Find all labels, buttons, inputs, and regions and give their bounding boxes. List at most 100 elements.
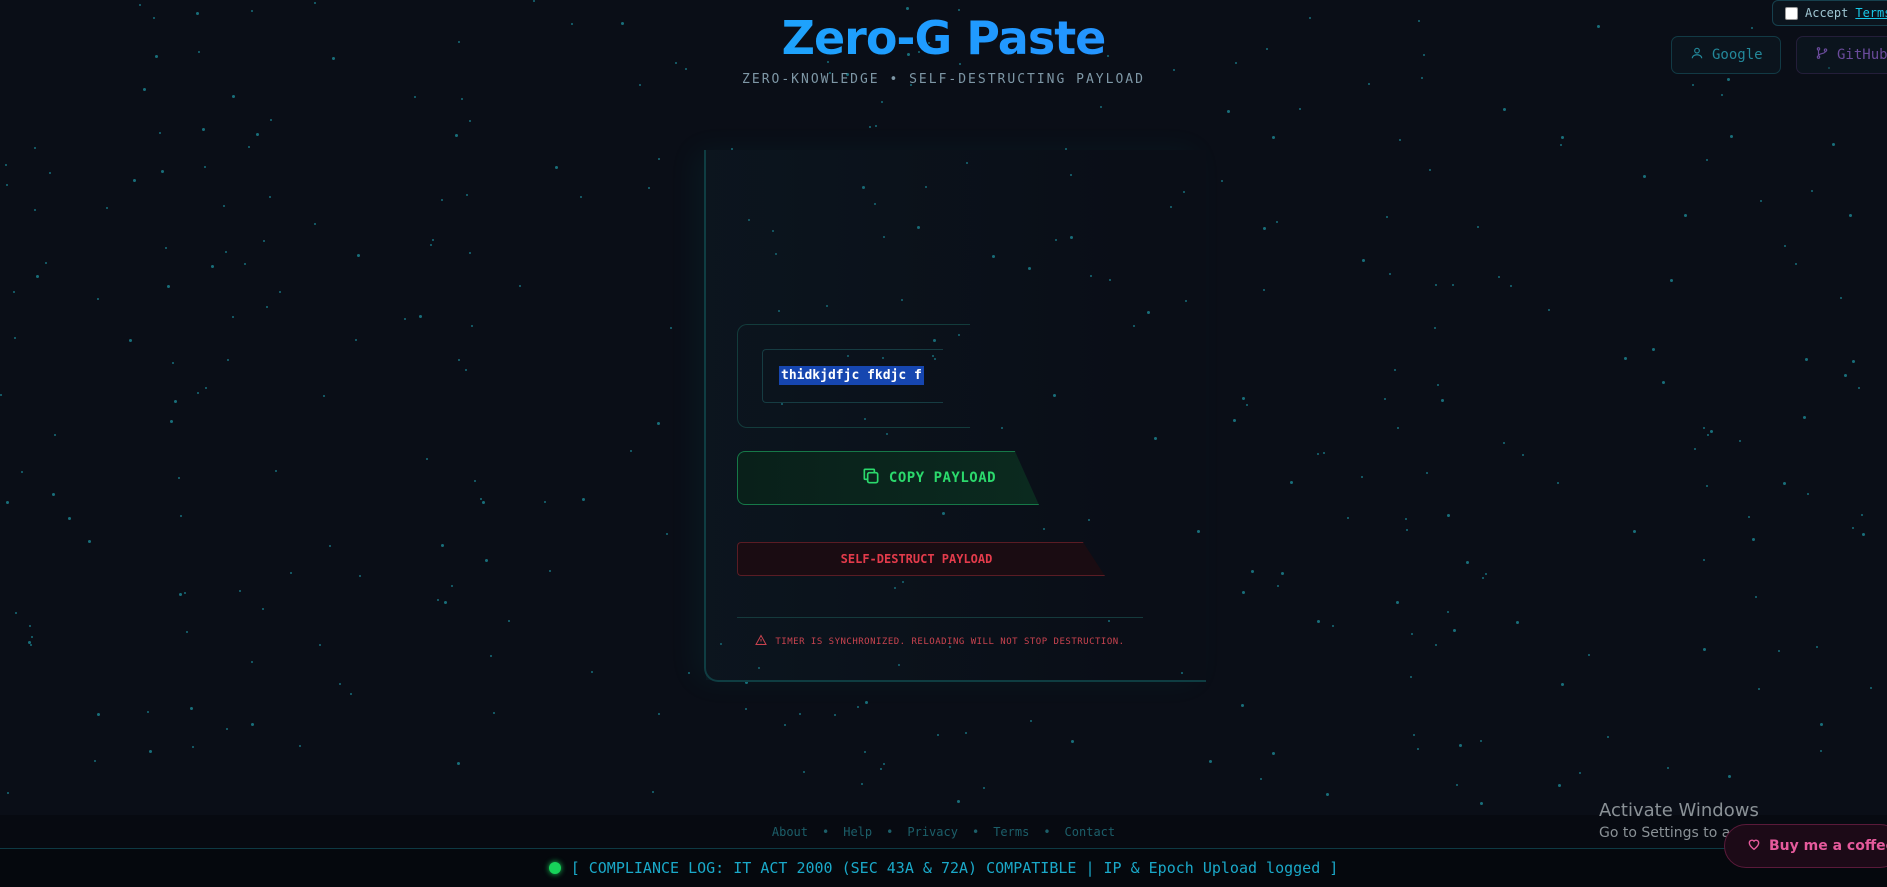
star-dot xyxy=(465,369,467,371)
star-dot xyxy=(227,359,229,361)
footer-link-about[interactable]: About xyxy=(772,825,808,839)
star-dot xyxy=(143,88,146,91)
brand-header: Zero-G Paste ZERO-KNOWLEDGE • SELF-DESTR… xyxy=(0,10,1887,87)
google-login-button[interactable]: Google xyxy=(1671,36,1781,74)
star-dot xyxy=(1100,106,1102,108)
star-dot xyxy=(1548,309,1550,311)
star-dot xyxy=(161,170,164,173)
warning-text: TIMER IS SYNCHRONIZED. RELOADING WILL NO… xyxy=(775,636,1125,647)
star-dot xyxy=(455,134,458,137)
buy-me-a-coffee-label: Buy me a coffee xyxy=(1769,838,1887,854)
star-dot xyxy=(1816,646,1818,648)
accept-checkbox[interactable] xyxy=(1785,6,1798,20)
star-dot xyxy=(68,517,71,520)
star-dot xyxy=(211,265,214,268)
star-dot xyxy=(133,179,136,182)
star-dot xyxy=(248,146,250,148)
star-dot xyxy=(1861,514,1863,516)
star-dot xyxy=(803,771,805,773)
star-dot xyxy=(14,337,16,339)
star-dot xyxy=(437,599,439,601)
star-dot xyxy=(1276,221,1278,223)
star-dot xyxy=(170,420,173,423)
star-dot xyxy=(485,559,488,562)
star-dot xyxy=(861,783,863,785)
star-dot xyxy=(670,327,672,329)
self-destruct-button[interactable]: SELF-DESTRUCT PAYLOAD xyxy=(737,542,1105,576)
star-dot xyxy=(21,471,23,473)
star-dot xyxy=(1516,621,1519,624)
star-dot xyxy=(129,339,132,342)
star-dot xyxy=(1503,442,1505,444)
github-login-button[interactable]: GitHub xyxy=(1796,36,1887,74)
star-dot xyxy=(270,119,272,121)
star-dot xyxy=(1242,397,1245,400)
star-dot xyxy=(1784,245,1786,247)
star-dot xyxy=(159,132,161,134)
star-dot xyxy=(7,792,9,794)
footer-link-help[interactable]: Help xyxy=(843,825,872,839)
star-dot xyxy=(232,95,235,98)
star-dot xyxy=(458,359,460,361)
payload-text[interactable]: thidkjdfjc fkdjc f xyxy=(779,366,924,385)
star-dot xyxy=(1807,493,1809,495)
star-dot xyxy=(266,306,268,308)
star-dot xyxy=(1406,529,1408,531)
star-dot xyxy=(290,572,292,574)
star-dot xyxy=(549,570,551,572)
star-dot xyxy=(1561,136,1564,139)
compliance-bar: [ COMPLIANCE LOG: IT ACT 2000 (SEC 43A &… xyxy=(0,848,1887,887)
star-dot xyxy=(1721,94,1723,96)
star-dot xyxy=(314,223,316,225)
star-dot xyxy=(533,0,535,2)
terms-link[interactable]: Terms xyxy=(1855,6,1887,20)
star-dot xyxy=(1221,180,1223,182)
star-dot xyxy=(1480,802,1483,805)
star-dot xyxy=(251,723,254,726)
star-dot xyxy=(1429,169,1431,171)
star-dot xyxy=(1396,601,1399,604)
star-dot xyxy=(45,262,47,264)
star-dot xyxy=(97,298,99,300)
accept-terms-toggle[interactable]: Accept Terms xyxy=(1772,0,1887,26)
star-dot xyxy=(1456,784,1458,786)
star-dot xyxy=(1290,481,1293,484)
star-dot xyxy=(1459,744,1462,747)
star-dot xyxy=(149,750,152,753)
star-dot xyxy=(404,318,406,320)
copy-icon xyxy=(861,466,881,490)
star-dot xyxy=(1435,644,1437,646)
star-dot xyxy=(275,470,277,472)
star-dot xyxy=(865,701,868,704)
footer-link-terms[interactable]: Terms xyxy=(993,825,1029,839)
star-dot xyxy=(323,395,325,397)
star-dot xyxy=(1820,750,1822,752)
copy-payload-button[interactable]: COPY PAYLOAD xyxy=(737,451,1039,505)
star-dot xyxy=(508,620,510,622)
star-dot xyxy=(869,126,871,128)
star-dot xyxy=(1703,648,1706,651)
footer-separator: • xyxy=(886,824,894,839)
star-dot xyxy=(1480,740,1482,742)
warning-icon xyxy=(755,634,768,649)
star-dot xyxy=(263,240,265,242)
footer-separator: • xyxy=(971,824,980,839)
footer-link-privacy[interactable]: Privacy xyxy=(907,825,958,839)
star-dot xyxy=(279,291,281,293)
star-dot xyxy=(419,315,422,318)
star-dot xyxy=(13,291,15,293)
footer-link-contact[interactable]: Contact xyxy=(1065,825,1116,839)
star-dot xyxy=(414,96,416,98)
sync-warning: TIMER IS SYNCHRONIZED. RELOADING WILL NO… xyxy=(737,634,1143,649)
star-dot xyxy=(1347,517,1349,519)
star-dot xyxy=(1703,427,1705,429)
star-dot xyxy=(1820,723,1823,726)
star-dot xyxy=(965,732,967,734)
star-dot xyxy=(1263,227,1266,230)
star-dot xyxy=(1703,559,1705,561)
buy-me-a-coffee-button[interactable]: Buy me a coffee xyxy=(1724,824,1887,868)
app-subtitle: ZERO-KNOWLEDGE • SELF-DESTRUCTING PAYLOA… xyxy=(742,72,1145,87)
star-dot xyxy=(1706,159,1708,161)
star-dot xyxy=(657,422,660,425)
star-dot xyxy=(857,706,859,708)
